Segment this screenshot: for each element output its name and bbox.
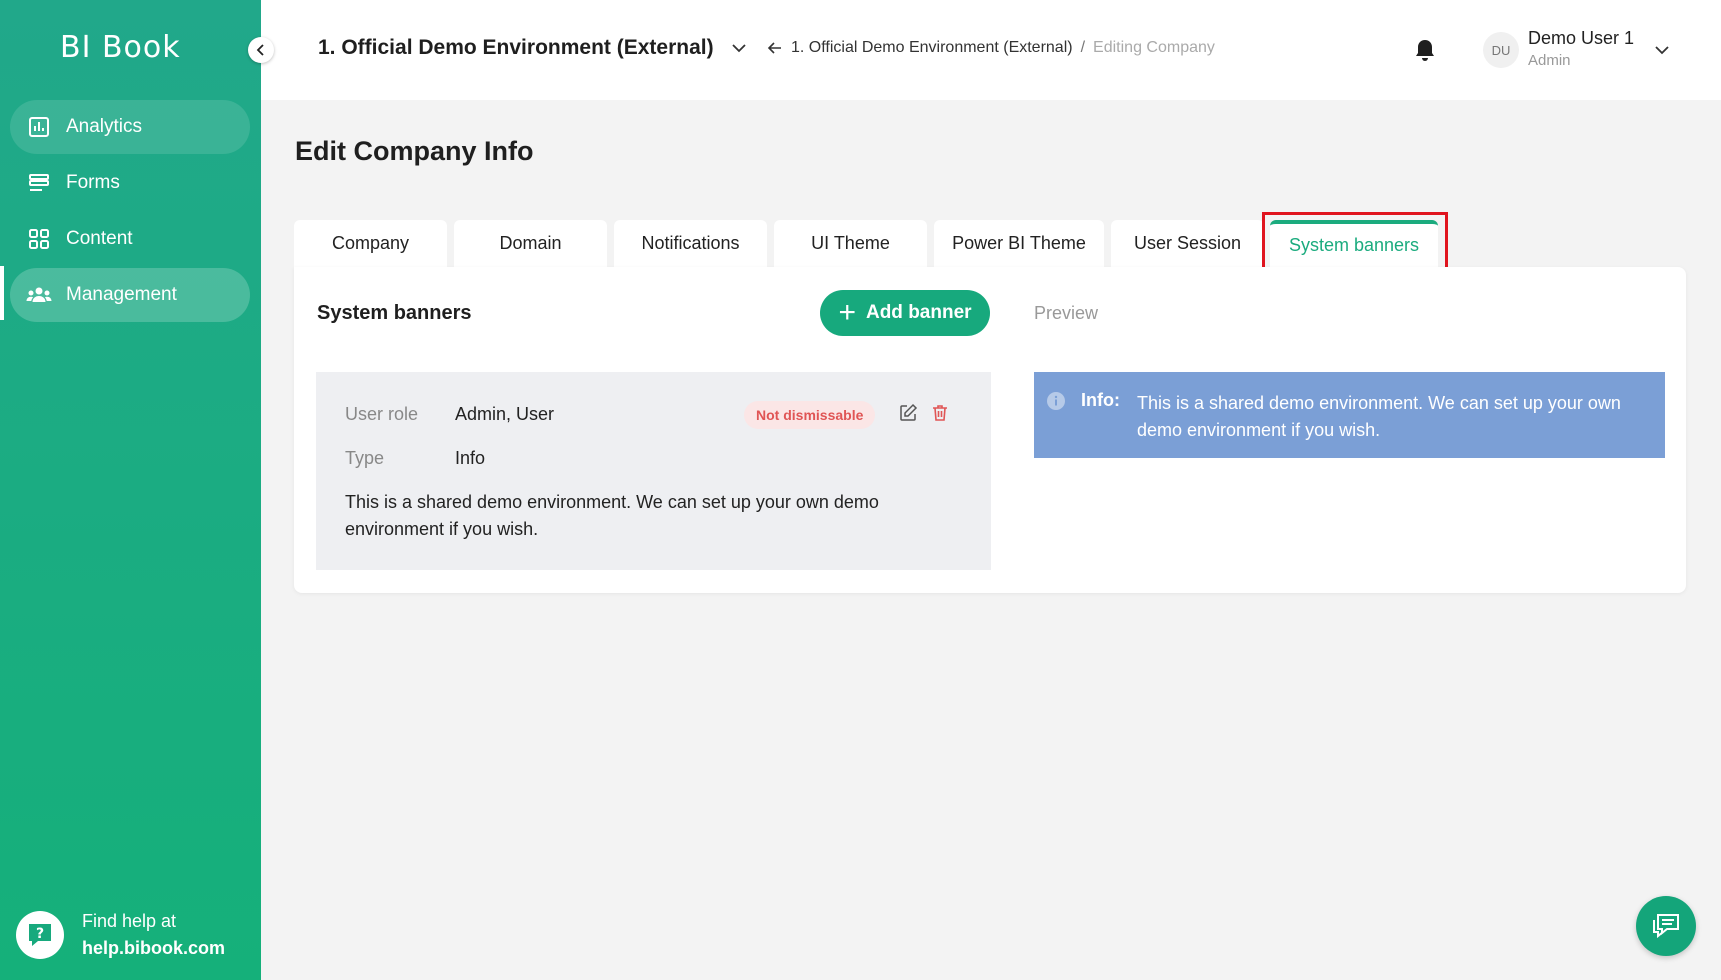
breadcrumb: 1. Official Demo Environment (External) … (767, 39, 1215, 57)
chevron-down-icon[interactable] (731, 40, 747, 61)
sidebar-item-forms[interactable]: Forms (10, 156, 250, 210)
active-nav-marker (0, 266, 4, 320)
sidebar-item-management[interactable]: Management (10, 268, 250, 322)
sidebar-nav: Analytics Forms Content Management (10, 100, 250, 324)
user-role-label: User role (345, 404, 419, 424)
type-value: Info (455, 448, 486, 468)
svg-text:?: ? (36, 926, 44, 942)
plus-icon: + (838, 296, 856, 329)
sidebar-item-label: Analytics (66, 116, 143, 137)
help-text: Find help at help.bibook.com (82, 908, 225, 962)
banner-description: This is a shared demo environment. We ca… (345, 492, 879, 539)
user-name[interactable]: Demo User 1 (1528, 28, 1634, 49)
sidebar-item-label: Forms (66, 172, 120, 193)
breadcrumb-parent[interactable]: 1. Official Demo Environment (External) (791, 39, 1073, 57)
help-link[interactable]: help.bibook.com (82, 935, 225, 962)
preview-label: Preview (1034, 303, 1099, 323)
environment-title[interactable]: 1. Official Demo Environment (External) (318, 36, 714, 60)
app-logo: BI Book (60, 30, 181, 65)
banner-list-item: User role Admin, User Not dismissable Ty… (316, 372, 991, 570)
add-banner-label: Add banner (865, 302, 972, 323)
users-icon (26, 282, 52, 308)
list-icon (26, 170, 52, 196)
add-banner-button[interactable]: + Add banner (820, 290, 990, 336)
chat-button[interactable] (1636, 896, 1696, 956)
breadcrumb-current: Editing Company (1093, 39, 1215, 56)
tab-ui-theme[interactable]: UI Theme (774, 220, 927, 267)
sidebar-item-label: Management (66, 284, 177, 305)
tab-power-bi-theme[interactable]: Power BI Theme (934, 220, 1104, 267)
breadcrumb-separator: / (1080, 39, 1086, 56)
preview-info-banner: Info: This is a shared demo environment.… (1034, 372, 1665, 458)
sidebar-item-label: Content (66, 228, 133, 249)
top-bar: 1. Official Demo Environment (External) … (261, 0, 1721, 100)
system-banners-panel: System banners + Add banner Preview User… (294, 267, 1686, 593)
preview-info-label: Info: (1081, 390, 1120, 410)
tab-system-banners[interactable]: System banners (1270, 220, 1438, 267)
type-label: Type (345, 448, 385, 468)
help-icon: ? (16, 911, 64, 959)
tab-user-session[interactable]: User Session (1111, 220, 1264, 267)
tab-company[interactable]: Company (294, 220, 447, 267)
avatar[interactable]: DU (1483, 32, 1519, 68)
grid-icon (26, 226, 52, 252)
sidebar-collapse-button[interactable] (248, 37, 274, 63)
info-icon (1046, 391, 1066, 416)
trash-icon[interactable] (930, 403, 950, 428)
arrow-left-icon[interactable] (767, 40, 783, 56)
sidebar: BI Book Analytics Forms Content Manageme… (0, 0, 261, 980)
bar-chart-icon (26, 114, 52, 140)
sidebar-item-analytics[interactable]: Analytics (10, 100, 250, 154)
help-prefix: Find help at (82, 911, 177, 931)
status-badge: Not dismissable (744, 401, 876, 429)
tab-domain[interactable]: Domain (454, 220, 607, 267)
user-role-value: Admin, User (455, 404, 555, 424)
chevron-down-icon[interactable] (1654, 42, 1670, 63)
page-title: Edit Company Info (295, 136, 534, 166)
sidebar-item-content[interactable]: Content (10, 212, 250, 266)
preview-info-text: This is a shared demo environment. We ca… (1137, 393, 1621, 440)
user-role: Admin (1528, 52, 1571, 69)
help-section[interactable]: ? Find help at help.bibook.com (16, 908, 225, 962)
chat-icon (1653, 914, 1679, 939)
bell-icon[interactable] (1414, 38, 1436, 67)
tab-notifications[interactable]: Notifications (614, 220, 767, 267)
chevron-left-icon (256, 44, 264, 56)
edit-icon[interactable] (898, 403, 918, 428)
section-title: System banners (317, 302, 472, 324)
